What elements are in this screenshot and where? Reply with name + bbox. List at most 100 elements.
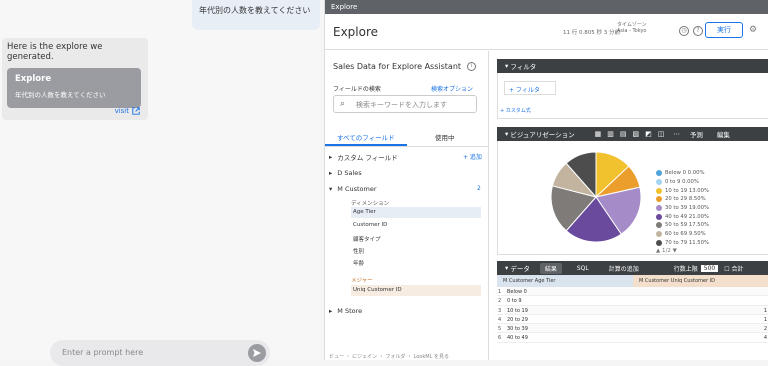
legend-item[interactable]: 70 to 79 11.50% xyxy=(656,239,709,248)
tab-in-use[interactable]: 使用中 xyxy=(435,132,455,142)
legend-pagination[interactable]: ▲ 1/2 ▼ xyxy=(656,248,677,254)
table-row: 1 Below 0 xyxy=(497,287,768,297)
send-button[interactable] xyxy=(248,344,266,362)
filters-bar[interactable]: ▾ フィルタ xyxy=(497,59,768,73)
legend-item[interactable]: 50 to 59 17.50% xyxy=(656,221,709,230)
tree-label: D Sales xyxy=(337,169,362,177)
cell-age-tier: Below 0 xyxy=(505,287,633,296)
tree-label: M Store xyxy=(337,307,363,315)
chevron-right-icon: ▸ xyxy=(329,307,333,315)
legend-swatch xyxy=(656,213,662,220)
legend-item[interactable]: Below 0 0.00% xyxy=(656,169,709,178)
tree-view-sales[interactable]: ▸ D Sales xyxy=(329,169,362,177)
cell-age-tier: 30 to 39 xyxy=(505,324,633,333)
cell-uniq-customer-id: 1 xyxy=(763,316,767,323)
cell-uniq-customer-id: 1 xyxy=(633,305,768,314)
legend-label: 10 to 19 13.00% xyxy=(665,187,710,194)
add-filter-button[interactable]: + フィルタ xyxy=(504,81,556,95)
prompt-input[interactable]: Enter a prompt here xyxy=(50,340,270,366)
search-icon: ⌕ xyxy=(340,99,346,109)
search-options-link[interactable]: 検索オプション xyxy=(431,84,473,93)
row-number: 6 xyxy=(498,335,502,342)
cell-age-tier: 0 to 9 xyxy=(507,298,522,305)
sidebar-footer: ビュー ・ にジェイン ・ フォルダ ・ LookML を見る xyxy=(329,354,449,360)
timezone-select[interactable]: タイムゾーン Asia - Tokyo xyxy=(617,22,647,34)
field-picker: Sales Data for Explore Assistant i フィールド… xyxy=(325,51,489,360)
explore-card[interactable]: Explore 年代別の人数を教えてください xyxy=(7,68,141,108)
legend-swatch xyxy=(656,205,662,212)
totals-checkbox[interactable]: ☐ 合計 xyxy=(724,264,743,273)
legend-item[interactable]: 10 to 19 13.00% xyxy=(656,186,709,195)
timezone-value: Asia - Tokyo xyxy=(617,28,647,34)
tab-sql[interactable]: SQL xyxy=(572,264,594,273)
cell-uniq-customer-id xyxy=(633,296,768,304)
tab-results[interactable]: 結果 xyxy=(539,262,562,274)
viz-edit-label[interactable]: 編集 xyxy=(717,129,730,139)
window-topbar: Explore xyxy=(325,0,768,14)
explore-card-subtitle: 年代別の人数を教えてください xyxy=(15,91,106,99)
legend-item[interactable]: 0 to 9 0.00% xyxy=(656,178,709,187)
bot-message: Here is the explore we generated. xyxy=(7,42,103,62)
legend-item[interactable]: 40 to 49 21.00% xyxy=(656,212,709,221)
field-customer-type[interactable]: 顧客タイプ xyxy=(351,233,481,244)
table-row: 4 20 to 29 1 xyxy=(497,315,768,325)
viz-settings-label[interactable]: 予測 xyxy=(690,129,703,139)
visualization-panel: Below 0 0.00% 0 to 9 0.00% 10 to 19 13.00%… xyxy=(497,141,768,255)
chat-panel: 年代別の人数を教えてください Here is the explore we ge… xyxy=(0,0,320,366)
tree-view-customer[interactable]: ▾ M Customer xyxy=(329,185,377,193)
chevron-right-icon: ▸ xyxy=(329,153,333,161)
table-row: 2 0 to 9 xyxy=(497,296,768,306)
info-icon[interactable]: i xyxy=(467,62,476,71)
field-uniq-customer-id[interactable]: Uniq Customer ID xyxy=(351,285,481,296)
explore-header: Explore 11 行 0.805 秒 3 分前 タイムゾーン Asia - … xyxy=(325,14,768,50)
legend-label: 20 to 29 8.50% xyxy=(665,196,706,203)
gear-icon[interactable]: ⚙ xyxy=(749,25,757,35)
prompt-placeholder: Enter a prompt here xyxy=(62,348,144,357)
custom-filter-link[interactable]: + カスタム式 xyxy=(500,107,531,114)
run-button[interactable]: 実行 xyxy=(705,22,743,38)
data-label: データ xyxy=(510,265,530,273)
clock-icon[interactable]: ◷ xyxy=(679,26,689,36)
field-search-input[interactable]: ⌕ 検索キーワードを入力します xyxy=(333,95,477,113)
table-header: M Customer Age Tier M Customer Uniq Cust… xyxy=(497,275,768,287)
cell-uniq-customer-id: 2 xyxy=(633,324,768,333)
tab-all-fields[interactable]: すべてのフィールド xyxy=(337,132,395,142)
legend-item[interactable]: 30 to 39 19.00% xyxy=(656,204,709,213)
field-tabs: すべてのフィールド 使用中 xyxy=(325,127,489,147)
field-age[interactable]: 年齢 xyxy=(351,257,481,268)
legend-swatch xyxy=(656,222,662,229)
explore-card-title: Explore xyxy=(15,74,52,84)
tab-add-calc[interactable]: 計算の追加 xyxy=(604,263,644,274)
field-customer-id[interactable]: Customer ID xyxy=(351,220,481,231)
search-label: フィールドの検索 xyxy=(333,86,381,93)
legend-label: 60 to 69 9.50% xyxy=(665,231,706,238)
legend-item[interactable]: 20 to 29 8.50% xyxy=(656,195,709,204)
row-limit-input[interactable]: 500 xyxy=(700,264,719,272)
tree-label: M Customer xyxy=(337,185,377,193)
row-limit-label: 行数上限 xyxy=(673,265,698,273)
field-age-tier[interactable]: Age Tier xyxy=(351,207,481,218)
column-age-tier[interactable]: M Customer Age Tier xyxy=(497,275,633,287)
legend-label: 40 to 49 21.00% xyxy=(665,213,710,220)
legend-label: 50 to 59 17.50% xyxy=(665,222,710,229)
tree-label: カスタム フィールド xyxy=(337,154,398,162)
tree-view-store[interactable]: ▸ M Store xyxy=(329,307,362,315)
cell-age-tier: 10 to 19 xyxy=(505,305,633,314)
viz-type-icons[interactable]: ▦▥▤▧◩◫ xyxy=(595,130,671,138)
add-custom-field-button[interactable]: + 追加 xyxy=(463,152,482,161)
visualization-label: ビジュアリゼーション xyxy=(510,131,575,139)
data-bar[interactable]: ▾ データ 結果 SQL 計算の追加 行数上限 500 ☐ 合計 xyxy=(497,261,768,275)
field-gender[interactable]: 性別 xyxy=(351,245,481,256)
more-icon[interactable]: ⋯ xyxy=(673,130,680,138)
visualization-bar[interactable]: ▾ ビジュアリゼーション ▦▥▤▧◩◫ ⋯ 予測 編集 xyxy=(497,127,768,141)
visit-link[interactable]: visit xyxy=(115,107,140,115)
table-row: 5 30 to 39 2 xyxy=(497,324,768,334)
tree-custom-fields[interactable]: ▸ カスタム フィールド xyxy=(329,152,398,162)
column-uniq-customer-id[interactable]: M Customer Uniq Customer ID xyxy=(633,275,768,287)
legend-swatch xyxy=(656,170,662,177)
pie-chart xyxy=(550,151,642,243)
send-icon xyxy=(253,349,261,357)
help-icon[interactable]: ? xyxy=(693,26,703,36)
legend-swatch xyxy=(656,179,662,186)
legend-item[interactable]: 60 to 69 9.50% xyxy=(656,230,709,239)
